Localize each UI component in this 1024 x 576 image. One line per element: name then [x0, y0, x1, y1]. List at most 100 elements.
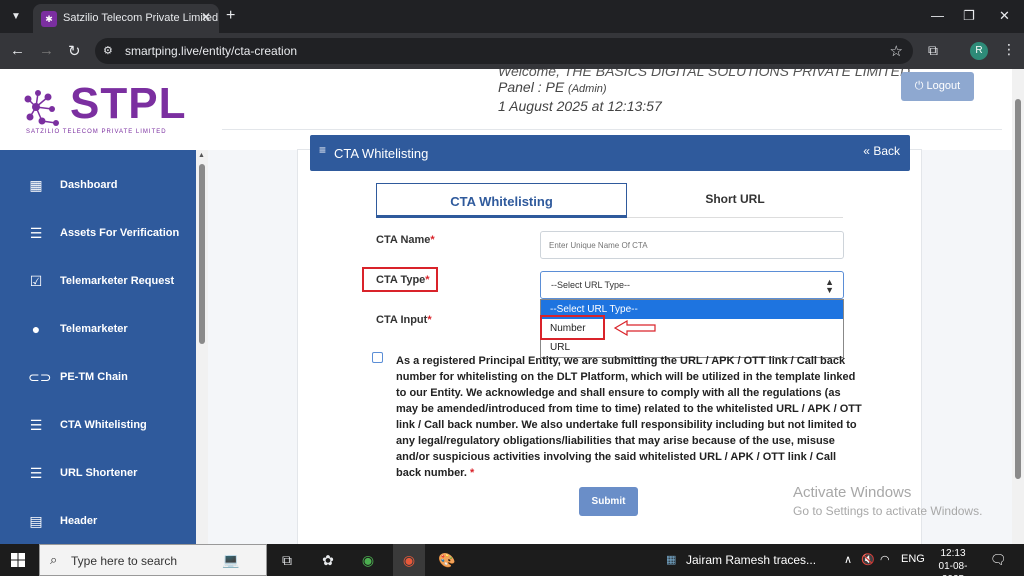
search-placeholder: Type here to search	[71, 554, 178, 568]
chrome-profile-icon[interactable]: ◉	[398, 550, 420, 570]
sidebar-item-dashboard[interactable]: ▦ Dashboard	[0, 162, 196, 210]
more-menu-icon[interactable]: ⋮	[1002, 41, 1016, 58]
cta-type-select[interactable]: --Select URL Type-- ▲ ▼	[540, 271, 844, 299]
select-value: --Select URL Type--	[551, 280, 631, 290]
extensions-icon[interactable]: ⧉	[928, 42, 938, 59]
declaration-text: As a registered Principal Entity, we are…	[396, 353, 862, 481]
logout-label: Logout	[926, 80, 961, 92]
copilot-icon[interactable]: ✿	[317, 550, 339, 570]
label-text: CTA Input	[376, 314, 428, 326]
sidebar-item-cta-whitelisting[interactable]: ☰ CTA Whitelisting	[0, 402, 196, 450]
url-text[interactable]: smartping.live/entity/cta-creation	[125, 44, 297, 58]
page-content: STPL SATZILIO TELECOM PRIVATE LIMITED We…	[0, 69, 1012, 544]
minimize-icon[interactable]: —	[931, 8, 944, 23]
welcome-text: Welcome, THE BASICS DIGITAL SOLUTIONS PR…	[498, 69, 911, 79]
required-mark: *	[427, 314, 432, 326]
cta-name-input[interactable]	[540, 231, 844, 259]
sidebar-item-pe-tm-chain[interactable]: ⊂⊃ PE-TM Chain	[0, 354, 196, 402]
back-button[interactable]: « Back	[863, 144, 900, 158]
logout-button[interactable]: ⏻ Logout	[901, 72, 974, 101]
sidebar-item-url-shortener[interactable]: ☰ URL Shortener	[0, 450, 196, 498]
window-close-icon[interactable]: ✕	[999, 8, 1010, 24]
logo-mark-icon	[24, 90, 59, 126]
tab-close-icon[interactable]: ✕	[201, 10, 211, 24]
sidebar-item-assets-for-verification[interactable]: ☰ Assets For Verification	[0, 210, 196, 258]
site-info-icon[interactable]: ⚙	[103, 44, 113, 57]
browser-tab-bar: ▼ ✱ Satzilio Telecom Private Limited ✕ +…	[0, 0, 1024, 33]
dashboard-icon: ▦	[29, 177, 43, 193]
cta-name-label: CTA Name*	[376, 234, 435, 246]
scroll-up-icon[interactable]: ▲	[198, 152, 205, 159]
datetime-text: 1 August 2025 at 12:13:57	[498, 98, 662, 114]
back-arrow-icon[interactable]: ←	[10, 42, 25, 59]
sidebar: ▦ Dashboard ☰ Assets For Verification ☑ …	[0, 150, 208, 544]
clock-date: 01-08-2025	[938, 561, 968, 576]
omnibox[interactable]: ⚙ smartping.live/entity/cta-creation ☆	[95, 38, 913, 64]
taskbar-clock[interactable]: 12:13 01-08-2025	[930, 547, 976, 576]
label-text: CTA Type	[376, 274, 426, 286]
task-view-icon[interactable]: ⧉	[276, 550, 298, 570]
card-title: CTA Whitelisting	[334, 146, 429, 161]
chrome-icon[interactable]: ◉	[357, 550, 379, 570]
panel-info: Panel : PE (Admin)	[498, 79, 607, 95]
panel-label: Panel : PE	[498, 79, 565, 95]
news-icon[interactable]: ▦	[666, 553, 676, 566]
required-mark: *	[469, 467, 475, 479]
explorer-laptop-icon[interactable]: 💻	[220, 550, 242, 570]
tab-cta-whitelisting[interactable]: CTA Whitelisting	[376, 183, 627, 218]
wifi-icon[interactable]: ◠	[880, 553, 890, 566]
clock-time: 12:13	[940, 548, 966, 559]
back-label: Back	[873, 144, 900, 158]
tab-label: Short URL	[705, 192, 765, 206]
list-icon: ☰	[29, 225, 43, 241]
tab-short-url[interactable]: Short URL	[627, 183, 843, 218]
user-circle-icon: ●	[31, 321, 41, 337]
news-headline[interactable]: Jairam Ramesh traces...	[686, 553, 816, 567]
search-icon: ⌕	[50, 552, 58, 567]
restore-icon[interactable]: ❐	[963, 8, 975, 24]
logo-area[interactable]: STPL SATZILIO TELECOM PRIVATE LIMITED	[0, 69, 208, 150]
language-indicator[interactable]: ENG	[901, 553, 925, 565]
tab-search-icon[interactable]: ▼	[6, 7, 26, 27]
tray-chevron-icon[interactable]: ∧	[844, 553, 852, 566]
volume-icon[interactable]: 🔇	[861, 553, 875, 566]
list-icon: ☰	[29, 417, 43, 433]
declaration-checkbox[interactable]	[372, 352, 383, 363]
submit-button[interactable]: Submit	[579, 487, 638, 516]
list-icon: ☰	[29, 465, 43, 481]
sidebar-item-label: PE-TM Chain	[60, 371, 128, 383]
sidebar-scroll-thumb[interactable]	[199, 164, 205, 344]
page-scroll-thumb[interactable]	[1015, 99, 1021, 479]
windows-taskbar: ⌕ Type here to search 💻 ⧉ ✿ ◉ ◉ 🎨 ▦ Jair…	[0, 544, 1024, 576]
required-mark: *	[430, 234, 435, 246]
label-text: CTA Name	[376, 234, 431, 246]
sidebar-item-label: CTA Whitelisting	[60, 419, 147, 431]
card-header: ≡ CTA Whitelisting « Back	[310, 135, 910, 171]
sidebar-item-label: Telemarketer	[60, 323, 128, 335]
tab-label: CTA Whitelisting	[450, 194, 553, 209]
clipboard-check-icon: ☑	[29, 273, 43, 289]
header-divider	[222, 129, 1002, 130]
address-bar: ← → ↻ ⚙ smartping.live/entity/cta-creati…	[0, 33, 1024, 69]
windows-start-icon[interactable]	[11, 553, 25, 567]
page-scrollbar[interactable]	[1012, 69, 1024, 544]
declaration-body: As a registered Principal Entity, we are…	[396, 355, 862, 479]
browser-tab[interactable]: ✱ Satzilio Telecom Private Limited ✕	[33, 4, 219, 33]
sidebar-item-label: Telemarketer Request	[60, 275, 175, 287]
activate-windows-subtitle: Go to Settings to activate Windows.	[793, 504, 983, 518]
forward-arrow-icon[interactable]: →	[39, 42, 54, 59]
sidebar-item-telemarketer[interactable]: ● Telemarketer	[0, 306, 196, 354]
menu-icon: ≡	[319, 143, 327, 157]
sidebar-item-telemarketer-request[interactable]: ☑ Telemarketer Request	[0, 258, 196, 306]
cta-type-label: CTA Type*	[376, 274, 430, 286]
paint-icon[interactable]: 🎨	[436, 550, 458, 570]
new-tab-icon[interactable]: +	[226, 7, 235, 25]
sidebar-item-label: Dashboard	[60, 179, 118, 191]
required-mark: *	[425, 274, 430, 286]
reload-icon[interactable]: ↻	[68, 42, 81, 60]
bookmark-star-icon[interactable]: ☆	[890, 42, 903, 60]
notification-icon[interactable]: 🗨	[990, 552, 1007, 568]
sidebar-item-header[interactable]: ▤ Header	[0, 498, 196, 544]
sidebar-scrollbar[interactable]: ▲	[196, 150, 208, 544]
profile-avatar[interactable]: R	[970, 42, 988, 60]
